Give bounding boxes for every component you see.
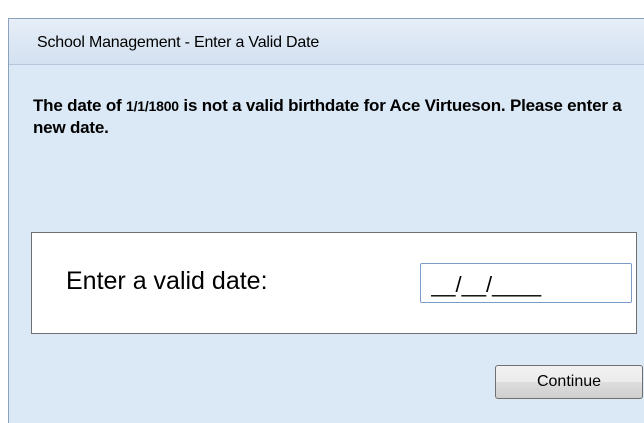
message-prefix: The date of (33, 96, 126, 115)
invalid-date-value: 1/1/1800 (126, 98, 179, 114)
error-message: The date of 1/1/1800 is not a valid birt… (33, 95, 623, 138)
window-title: School Management - Enter a Valid Date (37, 34, 320, 51)
date-input[interactable] (420, 263, 632, 303)
date-entry-label: Enter a valid date: (66, 267, 268, 295)
title-bar[interactable]: School Management - Enter a Valid Date (9, 19, 644, 65)
continue-button[interactable]: Continue (495, 365, 643, 399)
dialog-window: School Management - Enter a Valid Date T… (8, 18, 644, 423)
date-entry-panel: Enter a valid date: (31, 232, 637, 334)
